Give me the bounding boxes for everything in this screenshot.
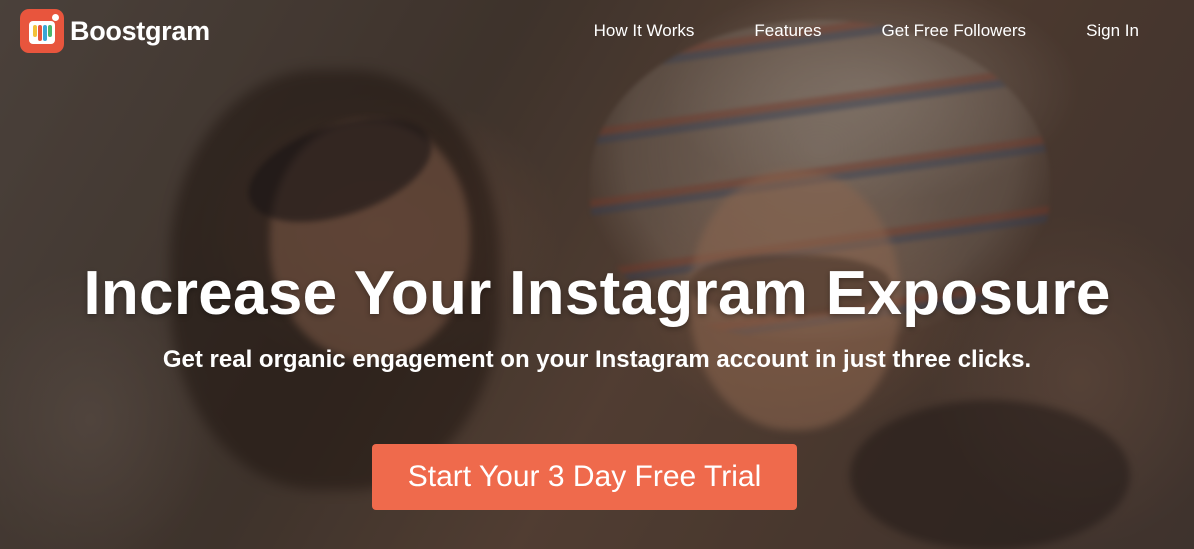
- top-navigation: Boostgram How It Works Features Get Free…: [0, 0, 1194, 64]
- nav-link-features[interactable]: Features: [754, 21, 821, 41]
- heart-bars-icon: [20, 9, 64, 53]
- hero-section: Boostgram How It Works Features Get Free…: [0, 0, 1194, 549]
- start-free-trial-button[interactable]: Start Your 3 Day Free Trial: [372, 444, 797, 510]
- brand-name: Boostgram: [70, 15, 210, 46]
- nav-link-get-free-followers[interactable]: Get Free Followers: [882, 21, 1027, 41]
- nav-links: How It Works Features Get Free Followers…: [534, 21, 1139, 41]
- nav-link-sign-in[interactable]: Sign In: [1086, 21, 1139, 41]
- brand-logo[interactable]: Boostgram: [20, 9, 210, 53]
- nav-link-how-it-works[interactable]: How It Works: [594, 21, 695, 41]
- hero-subheadline: Get real organic engagement on your Inst…: [162, 346, 1032, 373]
- hero-headline: Increase Your Instagram Exposure: [83, 259, 1111, 328]
